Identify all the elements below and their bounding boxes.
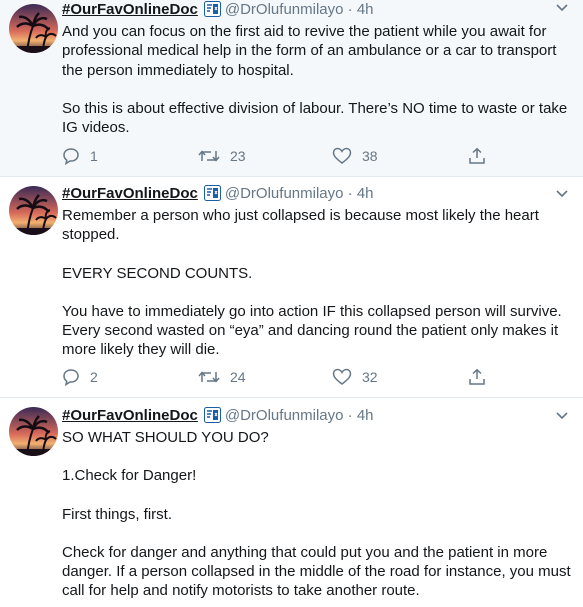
tweet-paragraph: EVERY SECOND COUNTS. <box>62 264 253 282</box>
share-icon <box>468 147 486 165</box>
timestamp[interactable]: 4h <box>357 185 374 202</box>
tweet-header: #OurFavOnlineDoc @DrOlufunmilayo · 4h <box>62 406 374 426</box>
retweet-button[interactable]: 23 <box>198 146 246 166</box>
heart-icon <box>332 147 352 165</box>
tweet-paragraph: You have to immediately go into action I… <box>62 302 562 359</box>
tweet-paragraph: So this is about effective division of l… <box>62 99 568 137</box>
separator: · <box>347 185 353 202</box>
share-button[interactable] <box>468 146 486 166</box>
author-name[interactable]: #OurFavOnlineDoc <box>62 407 198 424</box>
reply-button[interactable]: 1 <box>62 146 98 166</box>
tweet-paragraph: Check for danger and anything that could… <box>62 543 571 600</box>
like-button[interactable]: 38 <box>332 146 378 166</box>
chevron-down-icon[interactable] <box>555 0 569 18</box>
tweet-text: Remember a person who just collapsed is … <box>62 206 572 360</box>
tweet-paragraph: 1.Check for Danger! <box>62 467 197 485</box>
separator: · <box>347 407 353 424</box>
tweet-header: #OurFavOnlineDoc @DrOlufunmilayo · 4h <box>62 0 374 20</box>
share-icon <box>468 368 486 386</box>
tweet-paragraph: SO WHAT SHOULD YOU DO? <box>62 429 269 446</box>
tweet[interactable]: #OurFavOnlineDoc @DrOlufunmilayo · 4h Rem… <box>0 176 583 396</box>
tweet-paragraph: Remember a person who just collapsed is … <box>62 207 539 244</box>
timestamp[interactable]: 4h <box>357 1 374 18</box>
reply-icon <box>62 147 80 165</box>
reply-count: 2 <box>90 369 98 385</box>
tweet-header: #OurFavOnlineDoc @DrOlufunmilayo · 4h <box>62 184 374 204</box>
author-handle[interactable]: @DrOlufunmilayo <box>225 407 344 424</box>
retweet-icon <box>198 368 220 386</box>
name-badge-icon <box>203 1 221 23</box>
author-handle[interactable]: @DrOlufunmilayo <box>225 1 344 18</box>
like-count: 38 <box>362 148 378 164</box>
retweet-button[interactable]: 24 <box>198 367 246 387</box>
reply-count: 1 <box>90 148 98 164</box>
tweet[interactable]: #OurFavOnlineDoc @DrOlufunmilayo · 4h SO … <box>0 397 583 607</box>
avatar[interactable] <box>9 407 58 456</box>
tweet-text: SO WHAT SHOULD YOU DO? 1.Check for Dange… <box>62 428 572 601</box>
chevron-down-icon[interactable] <box>555 408 569 426</box>
tweet-paragraph: And you can focus on the first aid to re… <box>62 23 557 79</box>
tweet-paragraph: First things, first. <box>62 505 173 523</box>
author-name[interactable]: #OurFavOnlineDoc <box>62 1 198 18</box>
tweet[interactable]: #OurFavOnlineDoc @DrOlufunmilayo · 4h And… <box>0 0 583 176</box>
share-button[interactable] <box>468 367 486 387</box>
reply-icon <box>62 368 80 386</box>
tweet-text: And you can focus on the first aid to re… <box>62 22 572 137</box>
retweet-count: 23 <box>230 148 246 164</box>
reply-button[interactable]: 2 <box>62 367 98 387</box>
retweet-icon <box>198 147 220 165</box>
author-name[interactable]: #OurFavOnlineDoc <box>62 185 198 202</box>
separator: · <box>347 1 353 18</box>
like-button[interactable]: 32 <box>332 367 378 387</box>
like-count: 32 <box>362 369 378 385</box>
tweet-actions: 1 23 38 <box>62 146 502 166</box>
name-badge-icon <box>203 407 221 429</box>
heart-icon <box>332 368 352 386</box>
avatar[interactable] <box>9 4 58 53</box>
tweet-actions: 2 24 32 <box>62 367 502 387</box>
avatar[interactable] <box>9 186 58 235</box>
timestamp[interactable]: 4h <box>357 407 374 424</box>
name-badge-icon <box>203 185 221 207</box>
chevron-down-icon[interactable] <box>555 186 569 204</box>
retweet-count: 24 <box>230 369 246 385</box>
author-handle[interactable]: @DrOlufunmilayo <box>225 185 344 202</box>
